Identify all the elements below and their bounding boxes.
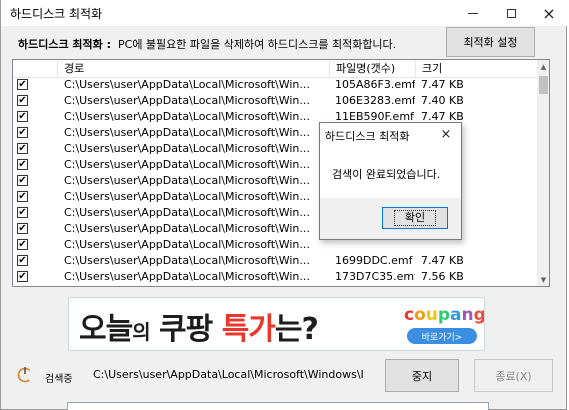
row-path: C:\Users\user\AppData\Local\Microsoft\Wi… [64, 174, 310, 187]
ad-headline-part: 오늘 [79, 312, 133, 347]
row-checkbox[interactable]: ✔ [17, 111, 28, 122]
column-header-filename[interactable]: 파일명(갯수) [330, 60, 416, 77]
row-path: C:\Users\user\AppData\Local\Microsoft\Wi… [64, 110, 310, 123]
table-row[interactable]: ✔ C:\Users\user\AppData\Local\Microsoft\W… [13, 253, 537, 269]
row-checkbox[interactable]: ✔ [17, 223, 28, 234]
row-checkbox[interactable]: ✔ [17, 255, 28, 266]
row-filename: 1783119B.emf [335, 285, 415, 286]
table-row[interactable]: ✔C:\Users\user\AppData\Local\Microsoft\W… [13, 285, 537, 286]
dialog-close-button[interactable]: × [434, 125, 458, 143]
row-checkbox[interactable]: ✔ [17, 127, 28, 138]
row-filename: 173D7C35.emf [335, 270, 415, 283]
column-header-size[interactable]: 크기 [416, 60, 537, 77]
dialog-ok-label: 확인 [393, 210, 437, 226]
row-size: 7.16 KB [421, 285, 531, 286]
close-button[interactable]: × [530, 0, 568, 26]
maximize-icon [506, 8, 516, 18]
minimize-icon [468, 12, 478, 14]
logo-letter: a [450, 305, 462, 325]
close-icon: × [440, 126, 452, 142]
logo-letter: o [414, 305, 426, 325]
row-checkbox[interactable]: ✔ [17, 159, 28, 170]
column-header-path[interactable]: 경로 [58, 60, 330, 77]
row-size: 7.47 KB [421, 254, 464, 267]
row-checkbox[interactable]: ✔ [17, 95, 28, 106]
ad-headline-part: 쿠팡 [149, 312, 222, 347]
dialog-title: 하드디스크 최적화 [325, 130, 410, 143]
logo-letter: u [425, 305, 438, 325]
row-filename: 1699DDC.emf [335, 254, 413, 267]
window-title: 하드디스크 최적화 [10, 7, 103, 21]
dialog-message: 검색이 완료되었습니다. [332, 168, 441, 181]
ad-headline-highlight: 특가 [221, 312, 276, 347]
row-filename: 106E3283.emf [335, 94, 415, 107]
ad-headline-part: 의 [132, 320, 150, 344]
row-path: C:\Users\user\AppData\Local\Microsoft\Wi… [64, 190, 310, 203]
table-row[interactable]: ✔ C:\Users\user\AppData\Local\Microsoft\W… [13, 269, 537, 285]
dialog-ok-button[interactable]: 확인 [382, 207, 448, 229]
status-label: 검색중 [45, 374, 73, 385]
row-checkbox[interactable]: ✔ [17, 207, 28, 218]
row-path: C:\Users\user\AppData\Local\Microsoft\Wi… [64, 94, 310, 107]
ad-headline-part: 는? [274, 312, 319, 347]
row-path: C:\Users\user\AppData\Local\Microsoft\Wi… [64, 254, 310, 267]
main-window: 하드디스크 최적화 × 하드디스크 최적화 : PC에 불필요한 파일을 삭제하… [0, 0, 568, 410]
row-path: C:\Users\user\AppData\Local\Microsoft\Wi… [64, 158, 310, 171]
scroll-up-icon[interactable]: ▲ [537, 60, 549, 73]
row-size: 7.40 KB [421, 94, 464, 107]
row-path: C:\Users\user\AppData\Local\Microsoft\Wi… [64, 238, 310, 251]
ad-shop-button[interactable]: 바로가기> [407, 328, 477, 344]
row-checkbox[interactable]: ✔ [17, 79, 28, 90]
row-checkbox[interactable]: ✔ [17, 271, 28, 282]
quit-button[interactable]: 종료(X) [474, 359, 553, 392]
ad-banner[interactable]: 오늘의 쿠팡 특가는? coupang 바로가기> [68, 297, 485, 351]
row-path: C:\Users\user\AppData\Local\Microsoft\Wi… [64, 78, 310, 91]
ad-headline: 오늘의 쿠팡 특가는? [79, 304, 319, 348]
bottom-panel-edge [67, 402, 489, 410]
row-checkbox[interactable]: ✔ [17, 239, 28, 250]
title-bar[interactable]: 하드디스크 최적화 × [1, 0, 568, 26]
row-checkbox[interactable]: ✔ [17, 191, 28, 202]
logo-letter: p [437, 305, 451, 325]
table-row[interactable]: ✔ C:\Users\user\AppData\Local\Microsoft\W… [13, 77, 537, 93]
scroll-thumb[interactable] [539, 76, 548, 94]
table-row[interactable]: ✔ C:\Users\user\AppData\Local\Microsoft\W… [13, 93, 537, 109]
row-path: C:\Users\user\AppData\Local\Microsoft\Wi… [64, 222, 310, 235]
dialog-title-bar[interactable]: 하드디스크 최적화 × [320, 123, 461, 145]
row-checkbox[interactable]: ✔ [17, 175, 28, 186]
row-filename: 105A86F3.emf [335, 78, 415, 91]
close-icon: × [542, 3, 556, 23]
description-label: 하드디스크 최적화 : [18, 38, 112, 51]
column-header-check[interactable] [13, 60, 58, 77]
row-path: C:\Users\user\AppData\Local\Microsoft\Wi… [64, 206, 310, 219]
row-size: 7.47 KB [421, 78, 464, 91]
description-text: PC에 불필요한 파일을 삭제하여 하드디스크를 최적화합니다. [118, 38, 397, 51]
row-path: C:\Users\user\AppData\Local\Microsoft\Wi… [64, 126, 310, 139]
list-header: 경로 파일명(갯수) 크기 [13, 60, 537, 78]
optimize-settings-button[interactable]: 최적화 설정 [446, 27, 535, 57]
row-path: C:\Users\user\AppData\Local\Microsoft\Wi… [64, 285, 330, 286]
row-path: C:\Users\user\AppData\Local\Microsoft\Wi… [64, 142, 310, 155]
stop-button[interactable]: 중지 [385, 359, 459, 392]
logo-letter: c [404, 305, 415, 325]
coupang-logo: coupang [404, 305, 485, 325]
maximize-button[interactable] [492, 0, 530, 26]
dialog-body: 검색이 완료되었습니다. [320, 145, 461, 198]
status-current-path: C:\Users\user\AppData\Local\Microsoft\Wi… [93, 368, 364, 381]
vertical-scrollbar[interactable]: ▲ ▼ [537, 60, 549, 286]
row-checkbox[interactable]: ✔ [17, 143, 28, 154]
file-list[interactable]: 경로 파일명(갯수) 크기 ✔ C:\Users\user\AppData\Loc… [12, 59, 550, 287]
logo-letter: n [461, 305, 474, 325]
message-dialog: 하드디스크 최적화 × 검색이 완료되었습니다. 확인 [319, 122, 462, 240]
logo-letter: g [473, 305, 485, 325]
minimize-button[interactable] [454, 0, 492, 26]
scroll-down-icon[interactable]: ▼ [537, 273, 549, 286]
row-path: C:\Users\user\AppData\Local\Microsoft\Wi… [64, 270, 310, 283]
row-size: 7.56 KB [421, 270, 464, 283]
power-icon [17, 367, 33, 383]
